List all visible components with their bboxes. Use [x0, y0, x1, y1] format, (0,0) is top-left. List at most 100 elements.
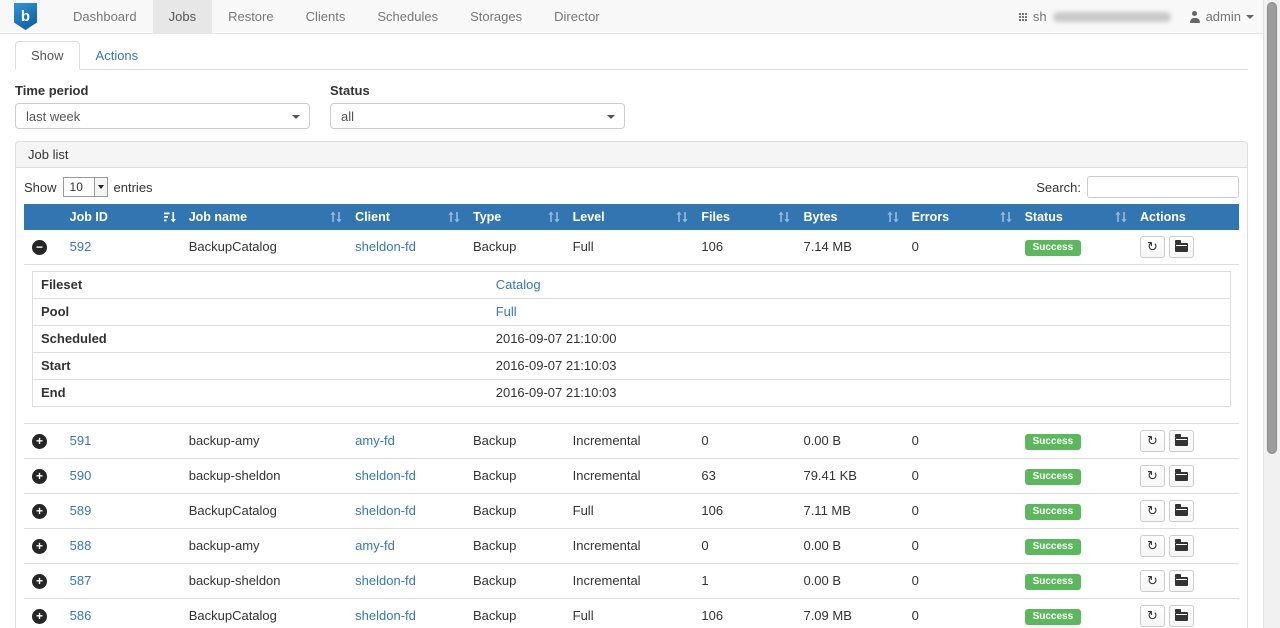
rerun-job-button[interactable]: ↻	[1140, 535, 1165, 557]
column-label: Bytes	[803, 210, 837, 224]
job-type: Backup	[465, 459, 565, 494]
bareos-shield-icon: b	[14, 3, 37, 30]
column-header-job-name[interactable]: Job name	[181, 204, 347, 230]
detail-label: Pool	[33, 299, 488, 326]
nav-item-director[interactable]: Director	[538, 0, 616, 33]
status-badge: Success	[1025, 574, 1082, 590]
status-cell: Success	[1017, 564, 1132, 599]
rerun-job-button[interactable]: ↻	[1140, 570, 1165, 592]
status-badge: Success	[1025, 434, 1082, 450]
expand-row-button[interactable]: +	[32, 609, 47, 624]
job-id-link[interactable]: 590	[70, 468, 92, 483]
client-link-cell: sheldon-fd	[347, 564, 465, 599]
status-select[interactable]: all	[330, 103, 625, 129]
job-id-link-cell: 588	[62, 529, 181, 564]
column-header-job-id[interactable]: Job ID	[62, 204, 181, 230]
nav-item-schedules[interactable]: Schedules	[361, 0, 454, 33]
job-id-link[interactable]: 588	[70, 538, 92, 553]
collapse-row-button[interactable]: −	[32, 240, 47, 255]
nav-item-storages[interactable]: Storages	[454, 0, 538, 33]
job-id-link[interactable]: 587	[70, 573, 92, 588]
rerun-job-button[interactable]: ↻	[1140, 500, 1165, 522]
job-id-link[interactable]: 592	[70, 239, 92, 254]
column-header-type[interactable]: Type	[465, 204, 565, 230]
client-link[interactable]: sheldon-fd	[355, 468, 416, 483]
folder-icon	[1175, 542, 1188, 551]
fileset-link[interactable]: Catalog	[496, 277, 541, 292]
rerun-job-button[interactable]: ↻	[1140, 605, 1165, 627]
list-files-button[interactable]	[1169, 535, 1194, 557]
navbar-right: sh admin	[1019, 0, 1280, 33]
detail-row-start: Start2016-09-07 21:10:03	[33, 353, 1231, 380]
actions-cell: ↻	[1132, 494, 1239, 529]
tab-show[interactable]: Show	[15, 41, 80, 70]
director-host-menu[interactable]: sh	[1019, 9, 1171, 24]
main-menu: DashboardJobsRestoreClientsSchedulesStor…	[57, 0, 616, 33]
expand-row-button[interactable]: +	[32, 469, 47, 484]
list-files-button[interactable]	[1169, 465, 1194, 487]
length-suffix-label: entries	[114, 180, 153, 195]
expand-cell: +	[24, 529, 62, 564]
column-header-files[interactable]: Files	[693, 204, 795, 230]
job-type: Backup	[465, 424, 565, 459]
list-files-button[interactable]	[1169, 605, 1194, 627]
pool-link[interactable]: Full	[496, 304, 517, 319]
actions-cell: ↻	[1132, 230, 1239, 265]
client-link[interactable]: sheldon-fd	[355, 239, 416, 254]
bareos-logo[interactable]: b	[0, 0, 43, 33]
rerun-job-button[interactable]: ↻	[1140, 430, 1165, 452]
column-header-status[interactable]: Status	[1017, 204, 1132, 230]
rerun-job-button[interactable]: ↻	[1140, 465, 1165, 487]
job-id-link[interactable]: 591	[70, 433, 92, 448]
job-id-link[interactable]: 589	[70, 503, 92, 518]
scrollbar-thumb[interactable]	[1267, 2, 1277, 454]
list-files-button[interactable]	[1169, 430, 1194, 452]
actions-cell: ↻	[1132, 459, 1239, 494]
nav-item-clients[interactable]: Clients	[290, 0, 362, 33]
column-header-client[interactable]: Client	[347, 204, 465, 230]
apps-grid-icon	[1019, 13, 1027, 21]
job-id-link[interactable]: 586	[70, 608, 92, 623]
nav-item-dashboard[interactable]: Dashboard	[57, 0, 153, 33]
user-menu[interactable]: admin	[1189, 9, 1254, 24]
rerun-icon: ↻	[1147, 241, 1158, 254]
vertical-scrollbar[interactable]	[1263, 0, 1280, 628]
column-header-errors[interactable]: Errors	[904, 204, 1017, 230]
list-files-button[interactable]	[1169, 570, 1194, 592]
client-link[interactable]: amy-fd	[355, 433, 395, 448]
search-label: Search:	[1036, 180, 1081, 195]
rerun-job-button[interactable]: ↻	[1140, 236, 1165, 258]
job-id-link-cell: 589	[62, 494, 181, 529]
actions-cell: ↻	[1132, 599, 1239, 628]
sort-icon	[887, 211, 899, 223]
client-link[interactable]: amy-fd	[355, 538, 395, 553]
nav-item-restore[interactable]: Restore	[212, 0, 290, 33]
filters: Time period last week Status all	[15, 83, 1265, 129]
nav-item-jobs[interactable]: Jobs	[153, 0, 212, 33]
job-level: Full	[565, 494, 694, 529]
time-period-select[interactable]: last week	[15, 103, 310, 129]
time-period-value: last week	[26, 109, 80, 124]
column-label: Status	[1025, 210, 1063, 224]
client-link[interactable]: sheldon-fd	[355, 573, 416, 588]
expand-row-button[interactable]: +	[32, 504, 47, 519]
column-header-level[interactable]: Level	[565, 204, 694, 230]
job-row-586: +586BackupCatalogsheldon-fdBackupFull106…	[24, 599, 1239, 628]
expand-row-button[interactable]: +	[32, 539, 47, 554]
list-files-button[interactable]	[1169, 236, 1194, 258]
tab-actions[interactable]: Actions	[80, 41, 155, 70]
expand-row-button[interactable]: +	[32, 434, 47, 449]
actions-cell: ↻	[1132, 564, 1239, 599]
client-link[interactable]: sheldon-fd	[355, 608, 416, 623]
page-size-select[interactable]: 10	[63, 177, 108, 197]
expand-row-button[interactable]: +	[32, 574, 47, 589]
search-input[interactable]	[1087, 176, 1239, 198]
table-header-row: Job IDJob nameClientTypeLevelFiles Bytes E…	[24, 204, 1239, 230]
client-link[interactable]: sheldon-fd	[355, 503, 416, 518]
actions-cell: ↻	[1132, 529, 1239, 564]
job-type: Backup	[465, 494, 565, 529]
job-name: BackupCatalog	[181, 230, 347, 265]
job-errors: 0	[904, 230, 1017, 265]
list-files-button[interactable]	[1169, 500, 1194, 522]
column-header-bytes[interactable]: Bytes	[795, 204, 903, 230]
